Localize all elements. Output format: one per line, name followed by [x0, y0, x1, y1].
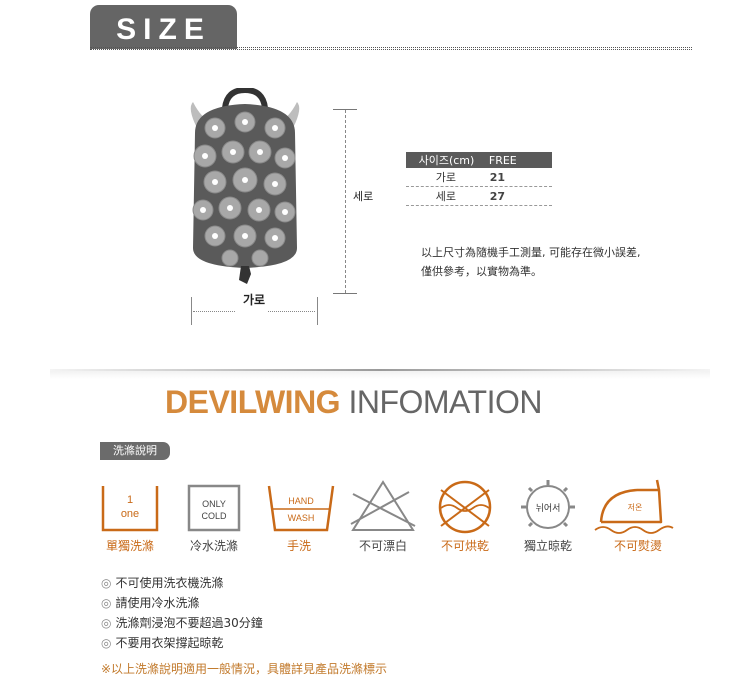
no-tumble-dry-icon — [438, 480, 492, 534]
size-column-header: 사이즈(cm) — [418, 154, 475, 167]
width-dimension-cap-right — [317, 297, 318, 325]
bullet-icon: ◎ — [101, 636, 112, 650]
size-header-title: SIZE — [116, 13, 211, 46]
table-row: 세로 27 — [406, 187, 552, 206]
lay-flat-dry-text: 뉘어서 — [536, 503, 561, 514]
section-divider-shadow — [50, 371, 710, 379]
free-column-header: FREE — [488, 153, 517, 167]
no-iron-text: 저온 — [628, 503, 643, 512]
list-item: ◎ 不可使用洗衣機洗滌 — [101, 573, 263, 593]
no-bleach-label: 不可漂白 — [358, 539, 407, 553]
list-item: ◎ 洗滌劑浸泡不要超過30分鐘 — [101, 613, 263, 633]
row-value: 27 — [489, 189, 506, 203]
width-dimension-line-right — [268, 311, 315, 312]
row-label: 가로 — [435, 171, 456, 184]
height-dimension-cap-bottom — [333, 293, 357, 294]
size-table: 사이즈(cm) FREE 가로 21 세로 27 — [406, 152, 552, 206]
height-dimension-label: 세로 — [353, 190, 374, 203]
hand-wash-label: 手洗 — [286, 539, 311, 553]
no-iron-icon: 저온 — [594, 479, 674, 534]
size-header-rule — [90, 47, 692, 50]
size-note-line: 僅供參考，以實物為準。 — [421, 265, 542, 278]
info-title-rest: INFOMATION — [348, 384, 542, 420]
list-item-text: 不要用衣架撐起晾乾 — [115, 636, 224, 650]
bullet-icon: ◎ — [101, 616, 112, 630]
product-image — [175, 86, 315, 288]
bullet-icon: ◎ — [101, 596, 112, 610]
row-label: 세로 — [435, 190, 456, 203]
info-title-brand: DEVILWING — [165, 384, 341, 420]
single-wash-number: 1 — [127, 494, 133, 506]
hand-wash-icon: HAND WASH — [267, 485, 335, 532]
lay-flat-dry-label: 獨立晾乾 — [523, 539, 572, 553]
size-table-header: 사이즈(cm) FREE — [406, 152, 552, 168]
only-cold-line2: COLD — [201, 511, 227, 521]
no-iron-label: 不可熨燙 — [613, 539, 662, 553]
width-dimension-cap-left — [191, 297, 192, 325]
single-wash-word: one — [121, 508, 139, 520]
lay-flat-dry-icon: 뉘어서 — [521, 480, 575, 529]
no-bleach-icon — [350, 480, 416, 531]
backpack-illustration — [190, 86, 300, 284]
bullet-icon: ◎ — [101, 576, 112, 590]
width-dimension-line-left — [193, 311, 235, 312]
hand-wash-line1: HAND — [288, 496, 314, 506]
only-cold-label: 冷水洗滌 — [189, 539, 238, 553]
hand-wash-line2: WASH — [288, 513, 315, 523]
size-note-line: 以上尺寸為隨機手工測量, 可能存在微小誤差, — [421, 246, 641, 259]
care-instructions-list: ◎ 不可使用洗衣機洗滌 ◎ 請使用冷水洗滌 ◎ 洗滌劑浸泡不要超過30分鐘 ◎ 不要用衣… — [101, 573, 263, 653]
info-title: DEVILWING INFOMATION — [165, 384, 542, 421]
single-wash-label: 單獨洗滌 — [105, 539, 154, 553]
height-dimension-line — [345, 110, 347, 293]
width-dimension-label: 가로 — [243, 293, 266, 307]
list-item: ◎ 不要用衣架撐起晾乾 — [101, 633, 263, 653]
only-cold-line1: ONLY — [202, 499, 226, 509]
list-item-text: 請使用冷水洗滌 — [115, 596, 200, 610]
list-item-text: 不可使用洗衣機洗滌 — [115, 576, 224, 590]
size-note: 以上尺寸為隨機手工測量, 可能存在微小誤差, 僅供參考，以實物為準。 — [421, 243, 641, 281]
wash-instructions-tag: 洗滌說明 — [100, 442, 170, 460]
single-wash-icon: 1 one — [101, 486, 159, 532]
table-row: 가로 21 — [406, 168, 552, 187]
only-cold-icon: ONLY COLD — [187, 484, 241, 532]
list-item: ◎ 請使用冷水洗滌 — [101, 593, 263, 613]
list-item-text: 洗滌劑浸泡不要超過30分鐘 — [115, 616, 263, 630]
row-value: 21 — [489, 170, 506, 184]
size-header-tab: SIZE — [90, 5, 237, 49]
footnote: ※以上洗滌說明適用一般情況，具體詳見產品洗滌標示 — [101, 662, 388, 676]
no-tumble-dry-label: 不可烘乾 — [440, 539, 489, 553]
